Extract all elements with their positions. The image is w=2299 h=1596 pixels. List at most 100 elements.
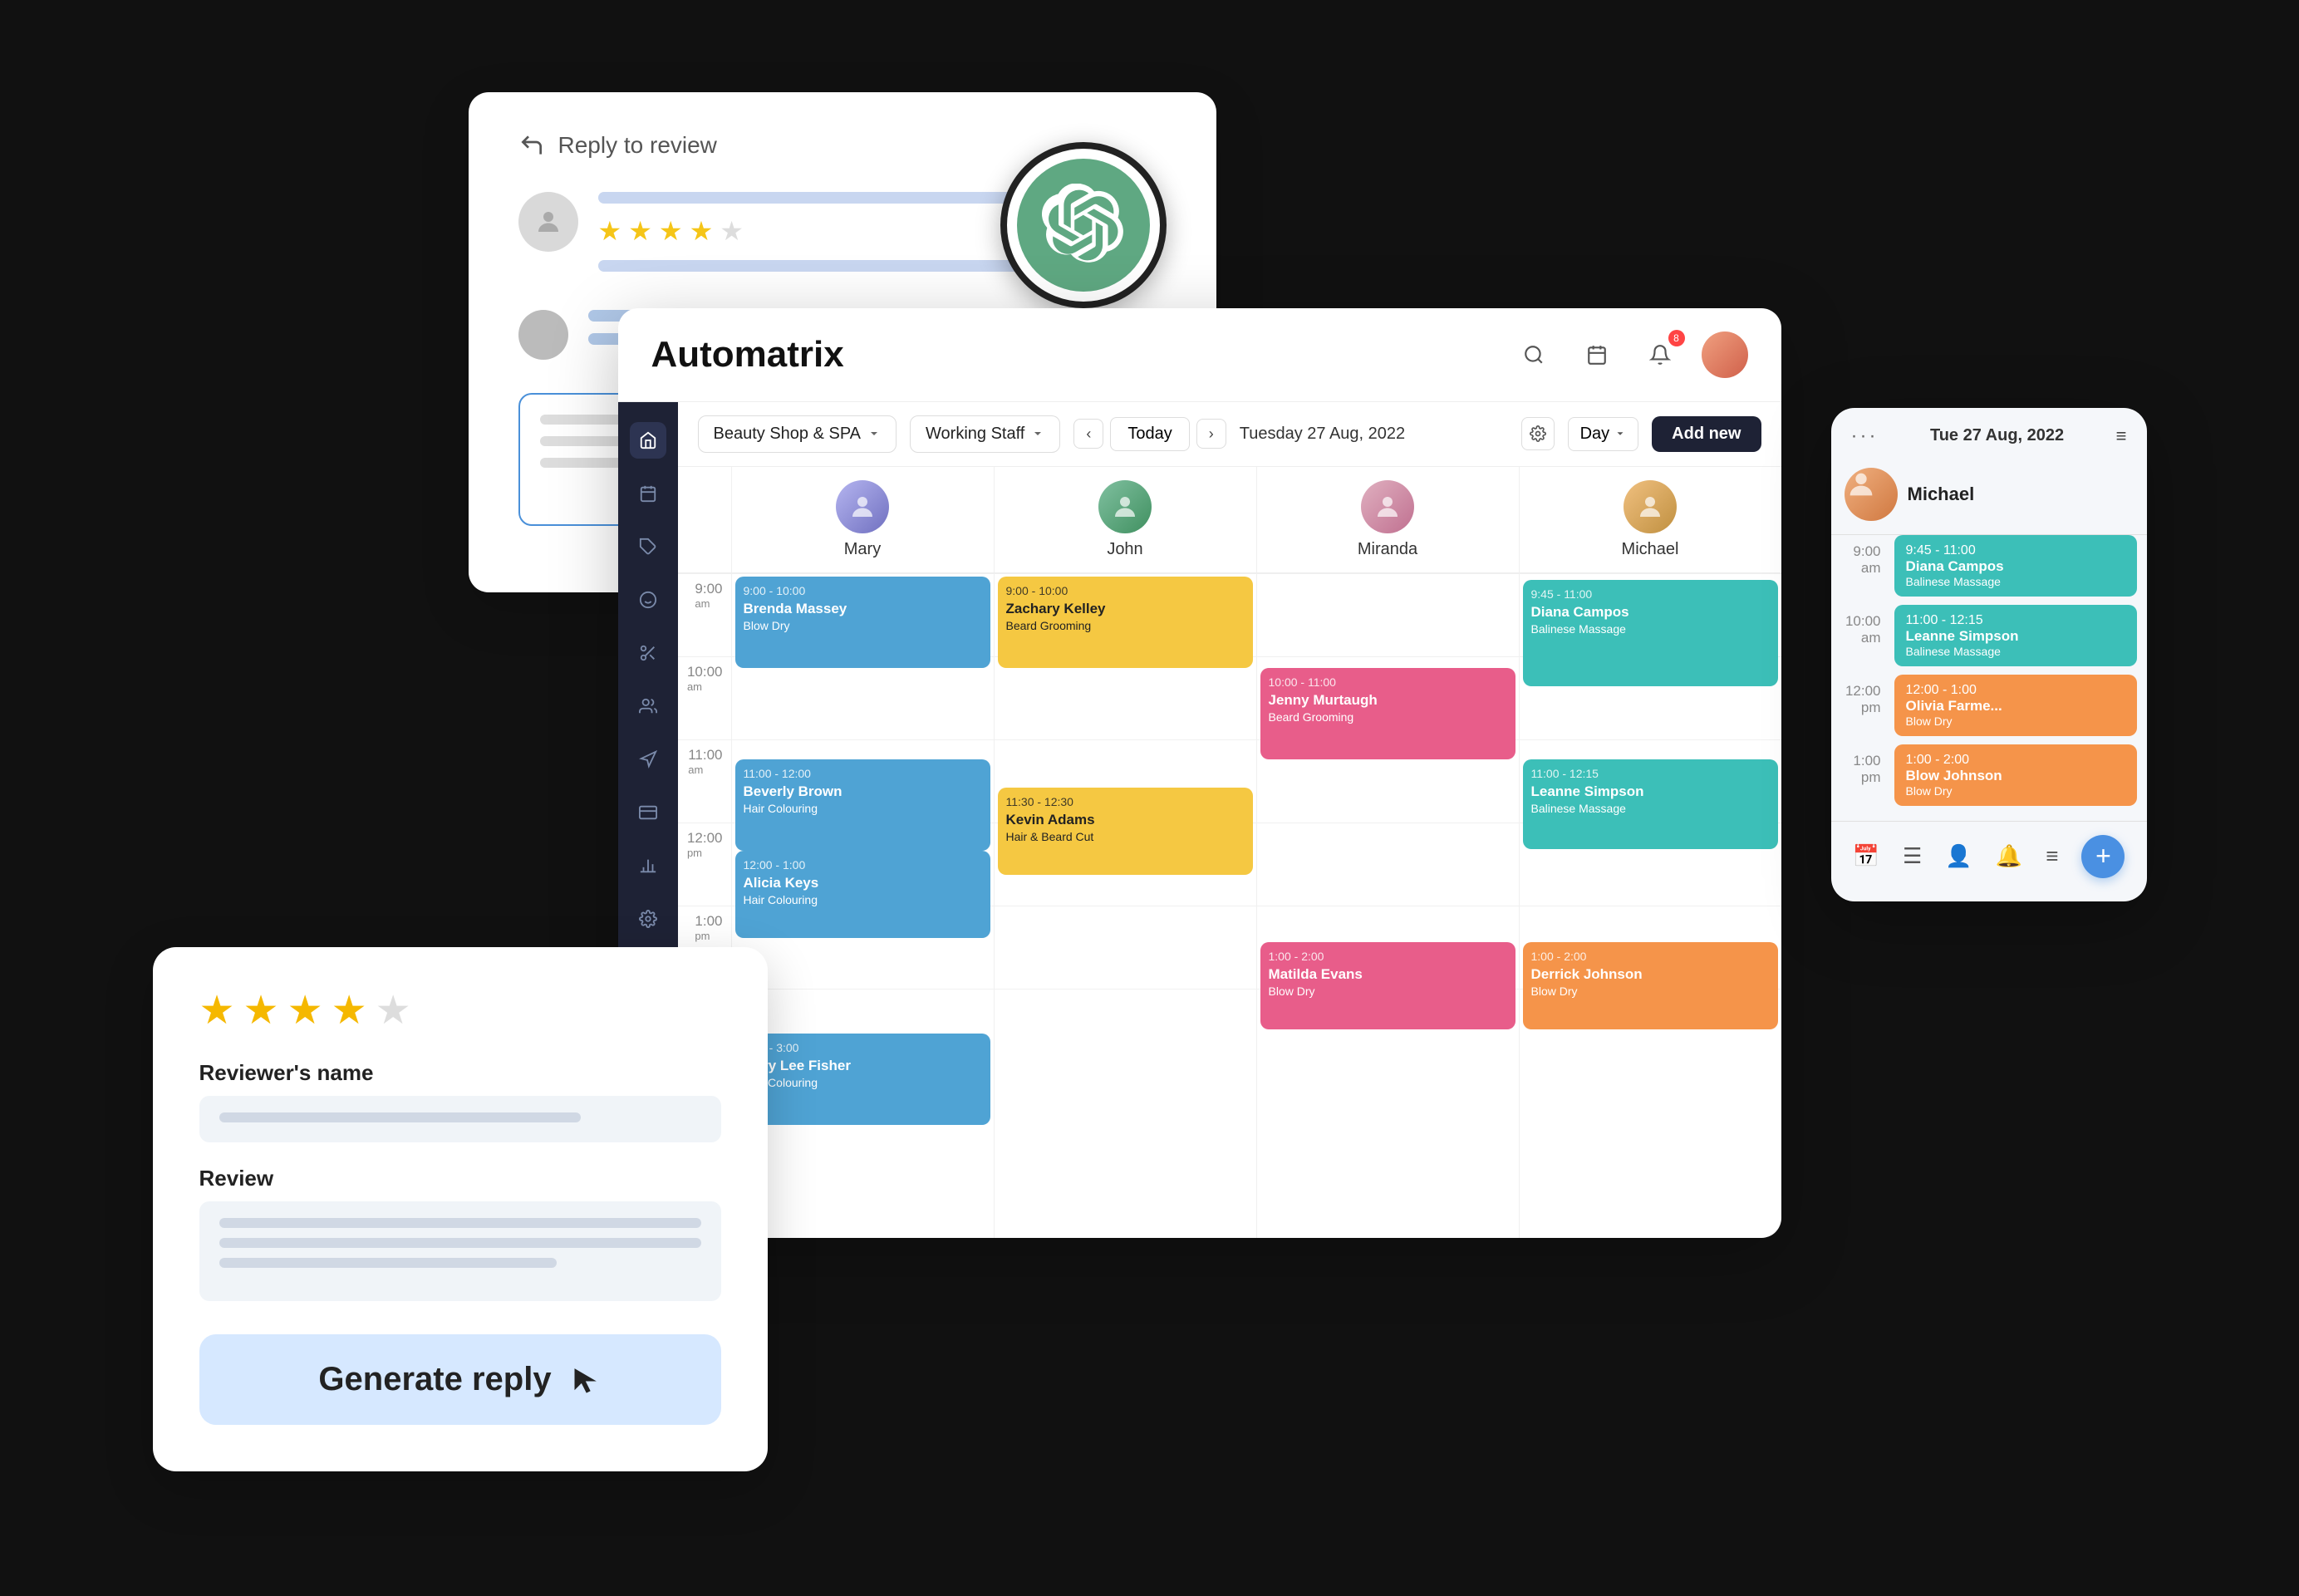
appt-client: Brenda Massey [744, 600, 982, 618]
app-title: Automatrix [651, 334, 844, 376]
mobile-bell-icon[interactable]: 🔔 [1996, 843, 2022, 869]
appt-service: Beard Grooming [1269, 710, 1507, 724]
w-star-5: ★ [376, 987, 411, 1034]
m-service: Balinese Massage [1906, 575, 2125, 588]
col-mary: 9:00 - 10:00 Brenda Massey Blow Dry 11:0… [731, 573, 994, 1238]
mobile-filter-icon[interactable]: ≡ [2116, 425, 2127, 447]
name-bar [598, 192, 1053, 204]
m-appt-olivia[interactable]: 12:00 - 1:00 Olivia Farme... Blow Dry [1894, 675, 2137, 736]
person-icon-john [1110, 492, 1140, 522]
rv-line-2 [219, 1238, 701, 1248]
today-button[interactable]: Today [1110, 417, 1189, 451]
location-dropdown[interactable]: Beauty Shop & SPA [698, 415, 897, 453]
mobile-calendar-icon[interactable]: 📅 [1853, 843, 1879, 869]
add-new-label: Add new [1672, 425, 1741, 443]
user-avatar[interactable] [1702, 331, 1748, 378]
star-1: ★ [598, 215, 622, 247]
mobile-user-icon[interactable]: 👤 [1945, 843, 1972, 869]
appt-leanne-simpson[interactable]: 11:00 - 12:15 Leanne Simpson Balinese Ma… [1523, 759, 1778, 849]
appt-time: 9:45 - 11:00 [1531, 587, 1770, 602]
appt-beverly-brown[interactable]: 11:00 - 12:00 Beverly Brown Hair Colouri… [735, 759, 990, 851]
time-9am: 9:00am [678, 573, 731, 656]
m-time-12: 12:00 pm [1841, 675, 1888, 716]
calendar-button[interactable] [1575, 333, 1619, 376]
michael-name: Michael [1622, 540, 1679, 559]
sidebar-chart[interactable] [630, 847, 666, 884]
appt-time: 11:30 - 12:30 [1006, 794, 1245, 809]
notification-button[interactable]: 8 [1638, 333, 1682, 376]
star-3: ★ [659, 215, 683, 247]
sidebar-scissors[interactable] [630, 635, 666, 671]
appt-matilda-evans[interactable]: 1:00 - 2:00 Matilda Evans Blow Dry [1260, 942, 1515, 1029]
star-2: ★ [628, 215, 652, 247]
sidebar-emoji[interactable] [630, 582, 666, 618]
appt-mary-lee-fisher[interactable]: 2:00 - 3:00 Mary Lee Fisher Hair Colouri… [735, 1034, 990, 1125]
toolbar: Beauty Shop & SPA Working Staff ‹ Today … [678, 402, 1781, 467]
emoji-icon [639, 591, 657, 609]
users-icon [639, 697, 657, 715]
m-client: Olivia Farme... [1906, 698, 2125, 715]
prev-btn[interactable]: ‹ [1073, 419, 1103, 449]
sidebar-settings[interactable] [630, 901, 666, 937]
sidebar-users[interactable] [630, 688, 666, 724]
m-appt-diana[interactable]: 9:45 - 11:00 Diana Campos Balinese Massa… [1894, 535, 2137, 597]
w-star-1: ★ [199, 987, 235, 1034]
mobile-list-icon[interactable]: ☰ [1903, 843, 1922, 869]
mobile-menu-icon[interactable]: ≡ [2046, 843, 2058, 869]
mobile-add-fab[interactable]: + [2081, 835, 2125, 878]
appt-brenda-massey[interactable]: 9:00 - 10:00 Brenda Massey Blow Dry [735, 577, 990, 668]
time-10am: 10:00am [678, 656, 731, 739]
appt-diana-campos[interactable]: 9:45 - 11:00 Diana Campos Balinese Massa… [1523, 580, 1778, 686]
person-icon [533, 207, 563, 237]
m-appt-leanne[interactable]: 11:00 - 12:15 Leanne Simpson Balinese Ma… [1894, 605, 2137, 666]
m-service: Blow Dry [1906, 715, 2125, 728]
person-icon-mary [847, 492, 877, 522]
appt-derrick-johnson[interactable]: 1:00 - 2:00 Derrick Johnson Blow Dry [1523, 942, 1778, 1029]
widget-stars: ★ ★ ★ ★ ★ [199, 987, 721, 1034]
view-label: Day [1580, 425, 1610, 444]
calendar-app: Automatrix 8 [618, 308, 1781, 1238]
staff-dropdown[interactable]: Working Staff [910, 415, 1060, 453]
appt-zachary-kelley[interactable]: 9:00 - 10:00 Zachary Kelley Beard Groomi… [998, 577, 1253, 668]
m-client: Leanne Simpson [1906, 628, 2125, 645]
megaphone-icon [639, 750, 657, 769]
grid-area[interactable]: 9:00am 10:00am 11:00am 12:00pm 1:00pm [678, 573, 1781, 1238]
appt-service: Hair Colouring [744, 1075, 982, 1090]
search-button[interactable] [1512, 333, 1555, 376]
sidebar-calendar[interactable] [630, 475, 666, 512]
sidebar-card[interactable] [630, 794, 666, 831]
sidebar-megaphone[interactable] [630, 741, 666, 778]
appt-kevin-adams[interactable]: 11:30 - 12:30 Kevin Adams Hair & Beard C… [998, 788, 1253, 875]
appt-client: Zachary Kelley [1006, 600, 1245, 618]
sidebar-tag[interactable] [630, 528, 666, 565]
appt-client: Derrick Johnson [1531, 965, 1770, 984]
mobile-date: Tue 27 Aug, 2022 [1930, 426, 2064, 445]
view-dropdown[interactable]: Day [1568, 417, 1639, 451]
generate-reply-button[interactable]: Generate reply [199, 1334, 721, 1425]
cal-icon [639, 484, 657, 503]
calendar-settings-btn[interactable] [1521, 417, 1555, 450]
reply-icon [518, 132, 545, 159]
w-star-2: ★ [243, 987, 279, 1034]
appt-service: Blow Dry [744, 618, 982, 633]
sidebar-home[interactable] [630, 422, 666, 459]
chevron-icon [1614, 428, 1626, 440]
miranda-avatar [1361, 480, 1414, 533]
appt-jenny-murtaugh[interactable]: 10:00 - 11:00 Jenny Murtaugh Beard Groom… [1260, 668, 1515, 759]
next-btn[interactable]: › [1196, 419, 1226, 449]
miranda-name: Miranda [1358, 540, 1417, 559]
m-appt-blow[interactable]: 1:00 - 2:00 Blow Johnson Blow Dry [1894, 744, 2137, 806]
scissors-icon [639, 644, 657, 662]
add-new-button[interactable]: Add new [1652, 416, 1761, 452]
appt-alicia-keys[interactable]: 12:00 - 1:00 Alicia Keys Hair Colouring [735, 851, 990, 938]
m-time-9: 9:00 am [1841, 535, 1888, 577]
mobile-dots: ··· [1851, 425, 1879, 448]
bell-icon [1649, 344, 1671, 366]
columns-area: 9:00 - 10:00 Brenda Massey Blow Dry 11:0… [731, 573, 1781, 1238]
cursor-icon [568, 1363, 602, 1396]
generate-btn-label: Generate reply [318, 1361, 551, 1398]
reviewer-name-field[interactable] [199, 1096, 721, 1142]
date-display: Tuesday 27 Aug, 2022 [1240, 425, 1405, 444]
star-4: ★ [690, 215, 714, 247]
review-field[interactable] [199, 1201, 721, 1301]
